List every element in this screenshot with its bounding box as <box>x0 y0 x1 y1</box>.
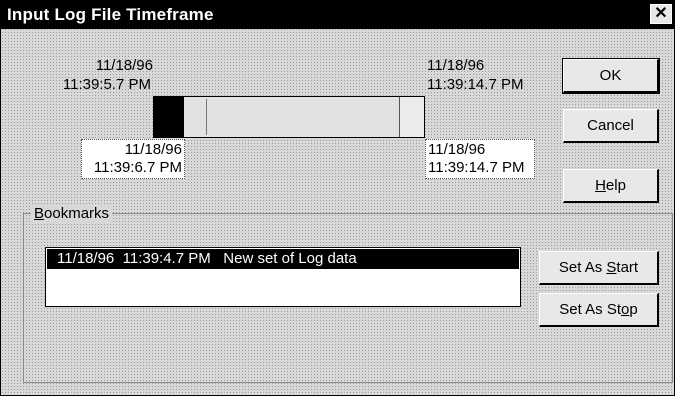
timeframe-slider[interactable] <box>153 96 425 138</box>
log-end-time: 11:39:14.7 PM <box>427 76 524 93</box>
input-log-file-timeframe-dialog: Input Log File Timeframe ✕ 11/18/96 11:3… <box>0 0 675 396</box>
close-icon: ✕ <box>654 5 668 22</box>
set-start-label-prefix: Set As <box>558 259 607 276</box>
help-button[interactable]: Help <box>563 169 659 203</box>
bookmark-description: New set of Log data <box>223 250 357 267</box>
window-title: Input Log File Timeframe <box>7 5 214 24</box>
set-as-start-button[interactable]: Set As Start <box>539 251 659 285</box>
set-stop-label-prefix: Set As St <box>559 301 621 318</box>
list-item[interactable]: 11/18/96 11:39:4.7 PM New set of Log dat… <box>47 249 519 269</box>
bookmarks-list[interactable]: 11/18/96 11:39:4.7 PM New set of Log dat… <box>45 247 521 307</box>
set-as-stop-button[interactable]: Set As Stop <box>539 293 659 327</box>
set-start-label-mnemonic: S <box>606 259 617 276</box>
selected-start-box: 11/18/96 11:39:6.7 PM <box>81 139 185 179</box>
bookmark-date: 11/18/96 <box>57 250 115 267</box>
selected-end-time: 11:39:14.7 PM <box>428 159 525 176</box>
log-start-time: 11:39:5.7 PM <box>62 76 151 93</box>
bookmarks-group-label: Bookmarks <box>31 205 113 222</box>
bookmarks-label-mnemonic: B <box>34 205 45 222</box>
title-bar[interactable]: Input Log File Timeframe ✕ <box>1 1 674 29</box>
log-end-date: 11/18/96 <box>427 57 485 74</box>
log-start-date: 11/18/96 <box>95 57 153 74</box>
slider-start-thumb[interactable] <box>154 97 184 137</box>
selected-start-date: 11/18/96 <box>124 141 182 158</box>
bookmark-time: 11:39:4.7 PM <box>122 250 211 267</box>
ok-button[interactable]: OK <box>562 58 660 94</box>
slider-tick <box>206 99 207 135</box>
selected-end-date: 11/18/96 <box>428 141 486 158</box>
selected-start-time: 11:39:6.7 PM <box>93 159 182 176</box>
help-label-suffix: elp <box>605 177 626 194</box>
close-button[interactable]: ✕ <box>650 4 672 24</box>
bookmarks-label-rest: ookmarks <box>44 205 110 222</box>
set-stop-label-suffix: p <box>629 301 638 318</box>
selected-end-box: 11/18/96 11:39:14.7 PM <box>425 139 535 179</box>
help-label-mnemonic: H <box>595 177 606 194</box>
slider-stop-thumb[interactable] <box>399 97 424 137</box>
set-start-label-suffix: tart <box>616 259 639 276</box>
cancel-button[interactable]: Cancel <box>563 109 659 143</box>
